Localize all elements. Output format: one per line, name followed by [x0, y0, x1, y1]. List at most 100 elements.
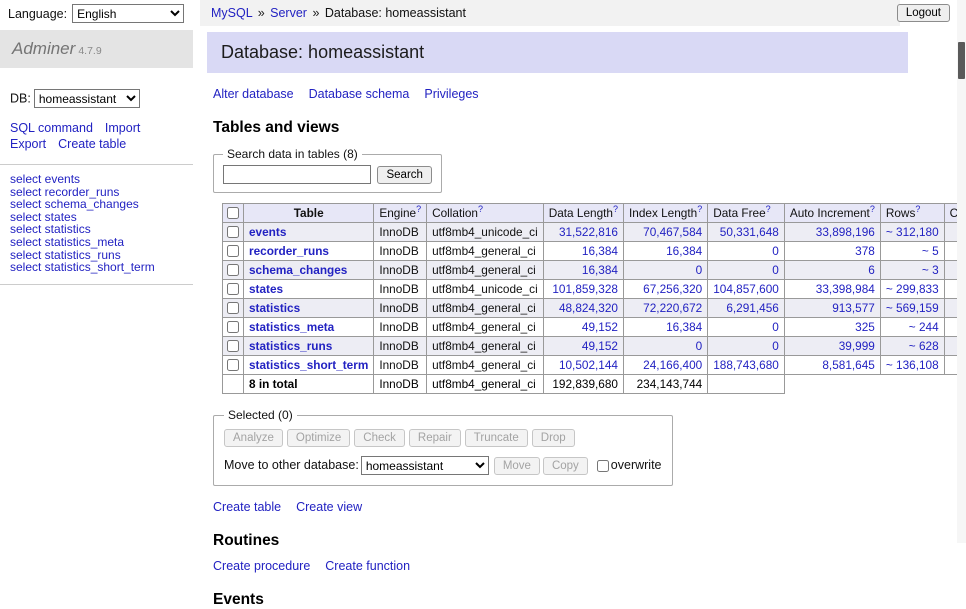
db-select[interactable]: homeassistant [34, 89, 140, 108]
data-free-link[interactable]: 50,331,648 [720, 225, 779, 239]
index-length-link[interactable]: 16,384 [666, 320, 702, 334]
sidebar-select-schema_changes[interactable]: select schema_changes [10, 198, 183, 211]
rows-link[interactable]: ~ 244 [909, 320, 939, 334]
index-length-link[interactable]: 67,256,320 [643, 282, 702, 296]
truncate-button[interactable]: Truncate [465, 429, 528, 447]
data-length-link[interactable]: 48,824,320 [559, 301, 618, 315]
data-free-link[interactable]: 0 [772, 339, 779, 353]
analyze-button[interactable]: Analyze [224, 429, 283, 447]
create-function-link[interactable]: Create function [325, 559, 410, 573]
row-checkbox[interactable] [227, 283, 239, 295]
sidebar-select-events[interactable]: select events [10, 173, 183, 186]
auto-increment-link[interactable]: 913,577 [832, 301, 875, 315]
auto-increment-link[interactable]: 33,398,984 [816, 282, 875, 296]
rows-link[interactable]: ~ 299,833 [886, 282, 939, 296]
auto-increment-link[interactable]: 39,999 [839, 339, 875, 353]
data-free-link[interactable]: 0 [772, 320, 779, 334]
rows-link[interactable]: ~ 5 [922, 244, 939, 258]
index-length-link[interactable]: 0 [696, 339, 703, 353]
alter-database-link[interactable]: Alter database [213, 87, 294, 101]
column-help-link[interactable]: ? [870, 204, 875, 214]
index-length-link[interactable]: 0 [696, 263, 703, 277]
table-name-link[interactable]: statistics_short_term [249, 358, 368, 372]
data-free-link[interactable]: 0 [772, 244, 779, 258]
index-length-link[interactable]: 70,467,584 [643, 225, 702, 239]
index-length-link[interactable]: 24,166,400 [643, 358, 702, 372]
auto-increment-link[interactable]: 6 [868, 263, 875, 277]
table-name-link[interactable]: schema_changes [249, 263, 347, 277]
row-checkbox[interactable] [227, 264, 239, 276]
data-length-link[interactable]: 49,152 [582, 339, 618, 353]
data-length-link[interactable]: 16,384 [582, 263, 618, 277]
column-help-link[interactable]: ? [613, 204, 618, 214]
breadcrumb-link-mysql[interactable]: MySQL [211, 6, 252, 20]
index-length-link[interactable]: 16,384 [666, 244, 702, 258]
table-name-link[interactable]: states [249, 282, 283, 296]
breadcrumb-link-server[interactable]: Server [270, 6, 307, 20]
create-table-link-main[interactable]: Create table [213, 500, 281, 514]
row-checkbox[interactable] [227, 359, 239, 371]
row-checkbox[interactable] [227, 340, 239, 352]
rows-link[interactable]: ~ 628 [909, 339, 939, 353]
data-length-link[interactable]: 16,384 [582, 244, 618, 258]
data-free-link[interactable]: 104,857,600 [713, 282, 779, 296]
table-name-link[interactable]: events [249, 225, 286, 239]
table-name-link[interactable]: statistics [249, 301, 300, 315]
privileges-link[interactable]: Privileges [424, 87, 478, 101]
logout-button[interactable]: Logout [897, 4, 950, 22]
index-length-link[interactable]: 72,220,672 [643, 301, 702, 315]
data-free-link[interactable]: 0 [772, 263, 779, 277]
move-db-select[interactable]: homeassistant [361, 456, 489, 475]
repair-button[interactable]: Repair [409, 429, 461, 447]
create-view-link[interactable]: Create view [296, 500, 362, 514]
rows-link[interactable]: ~ 569,159 [886, 301, 939, 315]
create-table-link-sidebar[interactable]: Create table [58, 137, 126, 151]
table-name-link[interactable]: statistics_runs [249, 339, 332, 353]
table-name-link[interactable]: recorder_runs [249, 244, 329, 258]
drop-button[interactable]: Drop [532, 429, 575, 447]
row-checkbox[interactable] [227, 245, 239, 257]
copy-button[interactable]: Copy [543, 457, 588, 475]
rows-link[interactable]: ~ 136,108 [886, 358, 939, 372]
scrollbar-thumb[interactable] [958, 42, 965, 79]
sidebar-select-statistics_short_term[interactable]: select statistics_short_term [10, 261, 183, 274]
sql-command-link[interactable]: SQL command [10, 121, 93, 135]
import-link[interactable]: Import [105, 121, 140, 135]
breadcrumb-separator: » [258, 6, 265, 20]
database-schema-link[interactable]: Database schema [309, 87, 410, 101]
scrollbar[interactable] [957, 0, 966, 543]
language-select[interactable]: English [72, 4, 184, 23]
adminer-logo-link[interactable]: Adminer [12, 39, 75, 58]
row-checkbox[interactable] [227, 302, 239, 314]
row-checkbox[interactable] [227, 321, 239, 333]
data-length-link[interactable]: 49,152 [582, 320, 618, 334]
data-length-link[interactable]: 10,502,144 [559, 358, 618, 372]
export-link[interactable]: Export [10, 137, 46, 151]
optimize-button[interactable]: Optimize [287, 429, 350, 447]
data-length-link[interactable]: 31,522,816 [559, 225, 618, 239]
table-name-link[interactable]: statistics_meta [249, 320, 334, 334]
auto-increment-link[interactable]: 33,898,196 [816, 225, 875, 239]
sidebar-select-statistics_meta[interactable]: select statistics_meta [10, 236, 183, 249]
rows-link[interactable]: ~ 3 [922, 263, 939, 277]
auto-increment-link[interactable]: 378 [855, 244, 875, 258]
column-help-link[interactable]: ? [416, 204, 421, 214]
auto-increment-link[interactable]: 325 [855, 320, 875, 334]
search-input[interactable] [223, 165, 371, 184]
move-button[interactable]: Move [494, 457, 540, 475]
select-all-checkbox[interactable] [227, 207, 239, 219]
data-free-link[interactable]: 6,291,456 [726, 301, 778, 315]
create-procedure-link[interactable]: Create procedure [213, 559, 310, 573]
data-free-link[interactable]: 188,743,680 [713, 358, 779, 372]
rows-link[interactable]: ~ 312,180 [886, 225, 939, 239]
row-checkbox[interactable] [227, 226, 239, 238]
overwrite-checkbox[interactable] [597, 460, 609, 472]
column-help-link[interactable]: ? [766, 204, 771, 214]
column-help-link[interactable]: ? [478, 204, 483, 214]
check-button[interactable]: Check [354, 429, 405, 447]
data-length-link[interactable]: 101,859,328 [552, 282, 618, 296]
search-button[interactable]: Search [377, 166, 431, 184]
column-help-link[interactable]: ? [697, 204, 702, 214]
auto-increment-link[interactable]: 8,581,645 [822, 358, 874, 372]
column-help-link[interactable]: ? [915, 204, 920, 214]
